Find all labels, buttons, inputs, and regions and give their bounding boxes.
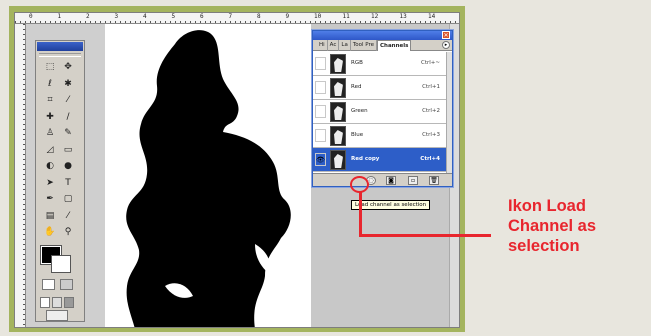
silhouette-image <box>126 30 291 327</box>
tab-channels[interactable]: Channels <box>377 40 412 51</box>
ruler-tick-label: 12 <box>371 13 379 20</box>
ruler-tick-label: 7 <box>228 13 233 20</box>
background-color-swatch[interactable] <box>51 255 71 273</box>
visibility-eye-icon[interactable] <box>315 105 326 118</box>
zoom-tool-icon[interactable]: ⚲ <box>61 226 75 238</box>
channel-name: Green <box>351 108 368 114</box>
marquee-tool-icon[interactable]: ⬚ <box>43 61 57 73</box>
ruler-tick-label: 1 <box>57 13 62 20</box>
vertical-ruler <box>15 24 26 327</box>
channel-name: Red copy <box>351 156 380 162</box>
lasso-tool-icon[interactable]: ℓ <box>43 78 57 90</box>
palette-scrollbar[interactable] <box>446 52 452 174</box>
palette-tabs: Hi Ac La Tool Pre Channels <box>313 40 452 51</box>
jump-to-imageready-icon[interactable] <box>46 310 68 321</box>
visibility-eye-icon[interactable] <box>315 81 326 94</box>
ruler-tick-label: 0 <box>29 13 33 20</box>
photoshop-window: 0 1 2 3 4 5 6 7 8 9 10 11 12 13 14 ⬚ ✥ ℓ ✱ ⌗ ⁄ ✚ / ♙ ✎ ◿ ▭ ◐ ● ➤ T ✒ ▢ ▤… <box>14 12 460 328</box>
callout-label: Ikon Load Channel as selection <box>508 197 597 255</box>
ruler-tick-label: 13 <box>399 13 407 20</box>
channel-thumbnail <box>330 150 346 170</box>
healing-brush-icon[interactable]: ✚ <box>43 111 57 123</box>
pen-tool-icon[interactable]: ✒ <box>43 193 57 205</box>
channels-palette: ✕ Hi Ac La Tool Pre Channels ▸ RGB Ctrl+~ Red C… <box>312 30 453 187</box>
tab-la[interactable]: La <box>339 40 351 51</box>
clone-stamp-icon[interactable]: ♙ <box>43 127 57 139</box>
path-select-icon[interactable]: ➤ <box>43 177 57 189</box>
notes-tool-icon[interactable]: ▤ <box>43 210 57 222</box>
callout-line <box>359 234 491 237</box>
tab-tool-pre[interactable]: Tool Pre <box>351 40 377 51</box>
ruler-tick-label: 8 <box>257 13 261 20</box>
channel-thumbnail <box>330 126 346 146</box>
channel-name: Blue <box>351 132 364 138</box>
new-channel-icon[interactable]: ▫ <box>408 176 418 185</box>
dodge-tool-icon[interactable]: ● <box>61 160 75 172</box>
brush-tool-icon[interactable]: / <box>61 111 75 123</box>
quick-mask-icon[interactable] <box>60 279 73 290</box>
eyedropper-icon[interactable]: ⁄ <box>61 210 75 222</box>
channel-row[interactable]: Blue Ctrl+3 <box>313 124 452 148</box>
palette-titlebar[interactable]: ✕ <box>313 31 452 40</box>
hand-tool-icon[interactable]: ✋ <box>43 226 57 238</box>
standard-mode-icon[interactable] <box>42 279 55 290</box>
ruler-tick-label: 3 <box>114 13 119 20</box>
move-tool-icon[interactable]: ✥ <box>61 61 75 73</box>
slice-tool-icon[interactable]: ⁄ <box>61 94 75 106</box>
channel-shortcut: Ctrl+2 <box>422 108 440 114</box>
ruler-tick-label: 11 <box>342 13 350 20</box>
channel-shortcut: Ctrl+4 <box>420 156 440 162</box>
blur-tool-icon[interactable]: ◐ <box>43 160 57 172</box>
channel-thumbnail <box>330 54 346 74</box>
toolbox-grip[interactable] <box>39 53 81 57</box>
ruler-tick-label: 6 <box>200 13 204 20</box>
channel-thumbnail <box>330 102 346 122</box>
toolbox-titlebar[interactable] <box>37 42 83 51</box>
palette-footer: ◌ ◙ ▫ 🗑 <box>313 173 452 186</box>
screen-mode-black-icon[interactable] <box>64 297 74 308</box>
channel-list: RGB Ctrl+~ Red Ctrl+1 Green Ctrl+2 Blue Ctrl+3 👁… <box>313 52 452 172</box>
tooltip: Load channel as selection <box>351 200 431 210</box>
channel-row[interactable]: Green Ctrl+2 <box>313 100 452 124</box>
channel-name: RGB <box>351 60 363 66</box>
gradient-tool-icon[interactable]: ▭ <box>61 144 75 156</box>
palette-menu-icon[interactable]: ▸ <box>442 41 450 49</box>
ruler-tick-label: 4 <box>143 13 147 20</box>
screen-mode-standard-icon[interactable] <box>40 297 50 308</box>
channel-shortcut: Ctrl+1 <box>422 84 440 90</box>
ruler-tick-label: 10 <box>314 13 322 20</box>
visibility-eye-icon[interactable]: 👁 <box>315 153 326 166</box>
channel-shortcut: Ctrl+3 <box>422 132 440 138</box>
channel-row[interactable]: 👁 Red copy Ctrl+4 <box>313 148 452 172</box>
toolbox-panel: ⬚ ✥ ℓ ✱ ⌗ ⁄ ✚ / ♙ ✎ ◿ ▭ ◐ ● ➤ T ✒ ▢ ▤ ⁄ ✋ ⚲ <box>35 40 85 322</box>
screen-mode-full-icon[interactable] <box>52 297 62 308</box>
visibility-eye-icon[interactable] <box>315 57 326 70</box>
shape-tool-icon[interactable]: ▢ <box>61 193 75 205</box>
callout-line <box>359 192 362 236</box>
tab-ac[interactable]: Ac <box>328 40 340 51</box>
crop-tool-icon[interactable]: ⌗ <box>43 94 57 106</box>
close-icon[interactable]: ✕ <box>442 31 450 39</box>
channel-thumbnail <box>330 78 346 98</box>
ruler-tick-label: 14 <box>428 13 436 20</box>
trash-icon[interactable]: 🗑 <box>429 176 439 185</box>
save-selection-icon[interactable]: ◙ <box>386 176 396 185</box>
document-canvas[interactable] <box>105 24 311 327</box>
visibility-eye-icon[interactable] <box>315 129 326 142</box>
horizontal-ruler: 0 1 2 3 4 5 6 7 8 9 10 11 12 13 14 <box>15 13 459 24</box>
channel-shortcut: Ctrl+~ <box>420 60 440 66</box>
history-brush-icon[interactable]: ✎ <box>61 127 75 139</box>
highlight-circle <box>350 176 369 193</box>
type-tool-icon[interactable]: T <box>61 177 75 189</box>
channel-row[interactable]: Red Ctrl+1 <box>313 76 452 100</box>
tab-hi[interactable]: Hi <box>317 40 328 51</box>
ruler-tick-label: 9 <box>285 13 290 20</box>
eraser-tool-icon[interactable]: ◿ <box>43 144 57 156</box>
ruler-tick-label: 2 <box>86 13 90 20</box>
ruler-tick-label: 5 <box>171 13 176 20</box>
magic-wand-icon[interactable]: ✱ <box>61 78 75 90</box>
channel-row[interactable]: RGB Ctrl+~ <box>313 52 452 76</box>
channel-name: Red <box>351 84 362 90</box>
